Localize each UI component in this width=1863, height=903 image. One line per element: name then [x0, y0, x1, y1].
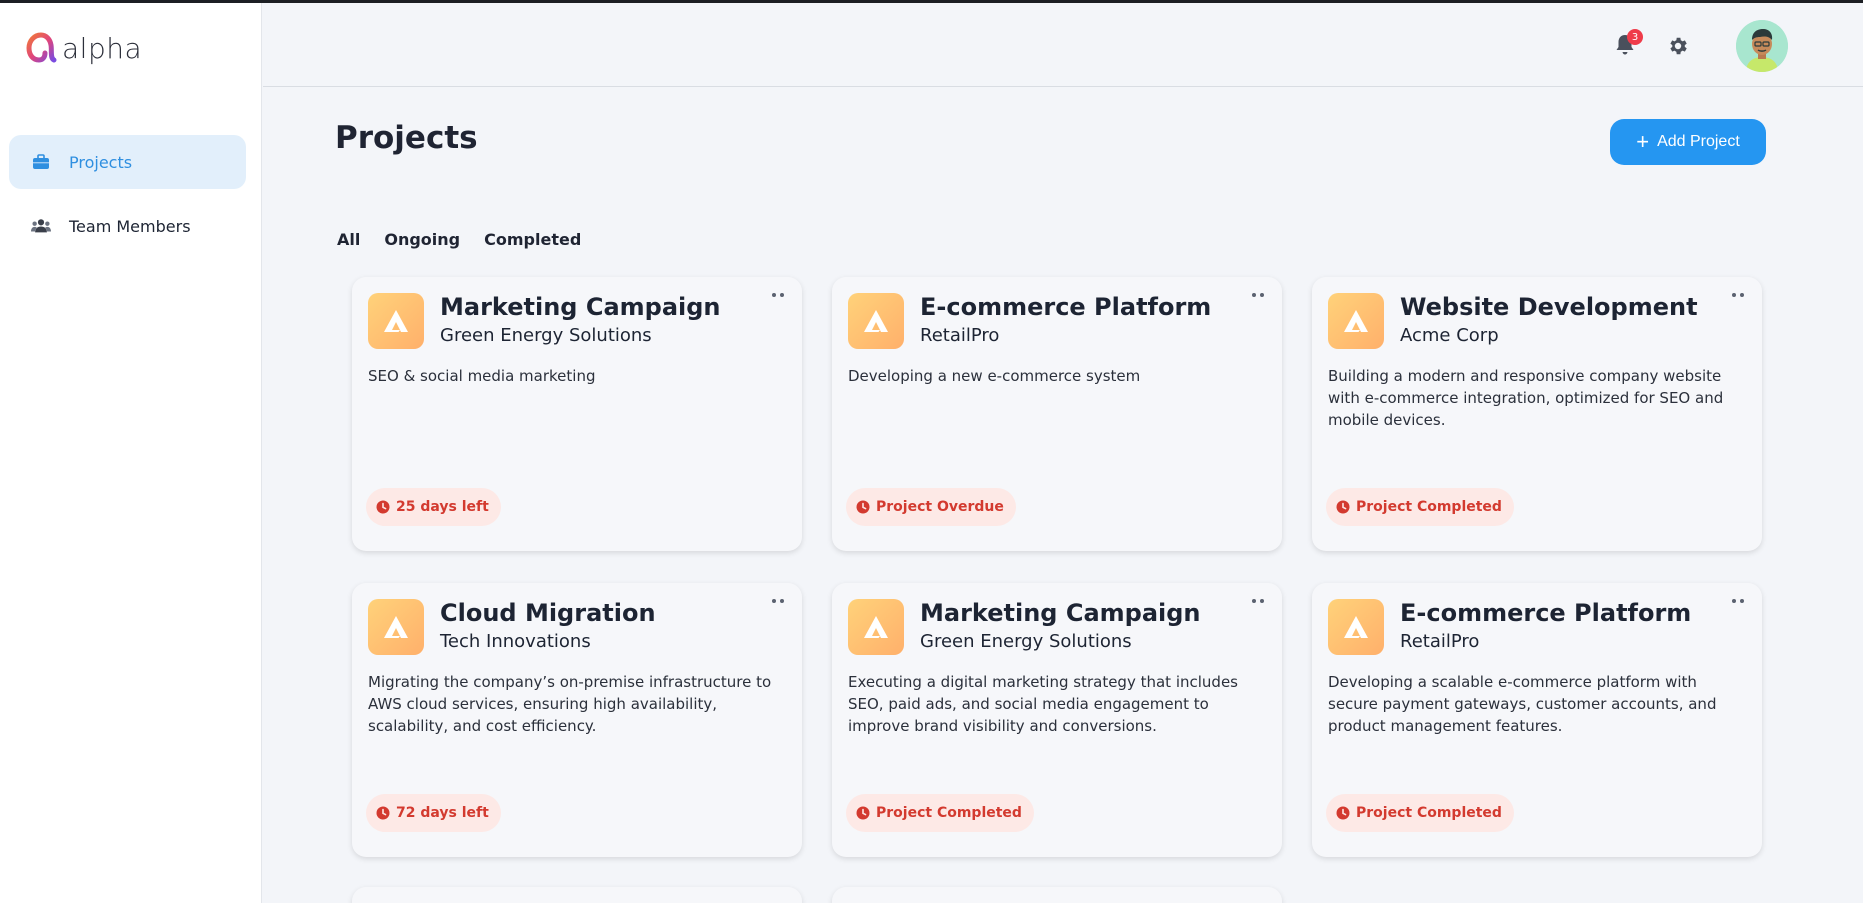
status-badge: Project Completed: [1326, 794, 1514, 832]
more-options-icon[interactable]: [1248, 595, 1268, 607]
project-client: Acme Corp: [1400, 325, 1499, 346]
sidebar-item-label: Projects: [69, 152, 133, 172]
project-logo-icon: [1328, 293, 1384, 349]
avatar[interactable]: [1736, 20, 1788, 72]
sidebar-item-label: Team Members: [69, 216, 191, 236]
project-description: Building a modern and responsive company…: [1328, 367, 1724, 429]
project-description: Migrating the company’s on-premise infra…: [368, 673, 772, 735]
tab-ongoing[interactable]: Ongoing: [384, 230, 460, 249]
project-card[interactable]: Marketing Campaign Green Energy Solution…: [352, 277, 802, 551]
more-options-icon[interactable]: [768, 289, 788, 301]
project-card[interactable]: Marketing Campaign Green Energy Solution…: [832, 583, 1282, 857]
more-options-icon[interactable]: [768, 595, 788, 607]
project-client: Green Energy Solutions: [440, 325, 652, 346]
status-badge: 25 days left: [366, 488, 501, 526]
clock-icon: [376, 500, 390, 514]
status-text: Project Completed: [1356, 499, 1502, 515]
project-title: E-commerce Platform: [920, 293, 1212, 321]
plus-icon: +: [1636, 129, 1650, 154]
project-client: RetailPro: [920, 325, 1000, 346]
status-badge: Project Completed: [846, 794, 1034, 832]
tab-all[interactable]: All: [337, 230, 360, 249]
status-badge: 72 days left: [366, 794, 501, 832]
project-description: Executing a digital marketing strategy t…: [848, 673, 1238, 735]
status-text: Project Completed: [1356, 805, 1502, 821]
status-text: 72 days left: [396, 805, 489, 821]
notification-badge: 3: [1627, 29, 1643, 45]
project-card[interactable]: Cloud Migration Tech Innovations Migrati…: [352, 583, 802, 857]
alpha-logo-icon: [26, 32, 57, 63]
project-title: E-commerce Platform: [1400, 599, 1692, 627]
project-logo-icon: [368, 599, 424, 655]
project-description: Developing a new e-commerce system: [848, 367, 1141, 385]
sidebar-item-team-members[interactable]: Team Members: [9, 199, 246, 253]
project-title: Website Development: [1400, 293, 1698, 321]
users-icon: [31, 216, 51, 236]
project-title: Cloud Migration: [440, 599, 656, 627]
project-client: RetailPro: [1400, 631, 1480, 652]
clock-icon: [376, 806, 390, 820]
project-logo-icon: [368, 293, 424, 349]
page-title: Projects: [335, 120, 478, 156]
tab-completed[interactable]: Completed: [484, 230, 581, 249]
project-description: Developing a scalable e-commerce platfor…: [1328, 673, 1717, 735]
top-header: 3: [263, 3, 1863, 87]
sidebar-item-projects[interactable]: Projects: [9, 135, 246, 189]
add-project-button[interactable]: + Add Project: [1610, 119, 1766, 165]
project-filter-tabs: All Ongoing Completed: [337, 230, 581, 249]
clock-icon: [856, 500, 870, 514]
project-card-partial[interactable]: [352, 887, 802, 903]
logo-text: alpha: [62, 31, 143, 65]
status-badge: Project Overdue: [846, 488, 1016, 526]
window-top-border: [0, 0, 1863, 3]
more-options-icon[interactable]: [1728, 289, 1748, 301]
status-text: Project Overdue: [876, 499, 1004, 515]
status-text: Project Completed: [876, 805, 1022, 821]
clock-icon: [856, 806, 870, 820]
clock-icon: [1336, 500, 1350, 514]
sidebar: alpha Projects Team Members: [0, 3, 262, 903]
project-card[interactable]: Website Development Acme Corp Building a…: [1312, 277, 1762, 551]
project-card[interactable]: E-commerce Platform RetailPro Developing…: [1312, 583, 1762, 857]
more-options-icon[interactable]: [1248, 289, 1268, 301]
briefcase-icon: [31, 152, 51, 172]
project-title: Marketing Campaign: [920, 599, 1201, 627]
project-logo-icon: [848, 293, 904, 349]
status-badge: Project Completed: [1326, 488, 1514, 526]
project-client: Tech Innovations: [440, 631, 591, 652]
project-card[interactable]: E-commerce Platform RetailPro Developing…: [832, 277, 1282, 551]
project-title: Marketing Campaign: [440, 293, 721, 321]
project-logo-icon: [848, 599, 904, 655]
project-description: SEO & social media marketing: [368, 367, 596, 385]
project-logo-icon: [1328, 599, 1384, 655]
gear-icon[interactable]: [1667, 35, 1689, 57]
project-client: Green Energy Solutions: [920, 631, 1132, 652]
more-options-icon[interactable]: [1728, 595, 1748, 607]
status-text: 25 days left: [396, 499, 489, 515]
clock-icon: [1336, 806, 1350, 820]
app-logo[interactable]: alpha: [24, 31, 142, 65]
project-card-partial[interactable]: [832, 887, 1282, 903]
add-project-label: Add Project: [1657, 133, 1740, 150]
